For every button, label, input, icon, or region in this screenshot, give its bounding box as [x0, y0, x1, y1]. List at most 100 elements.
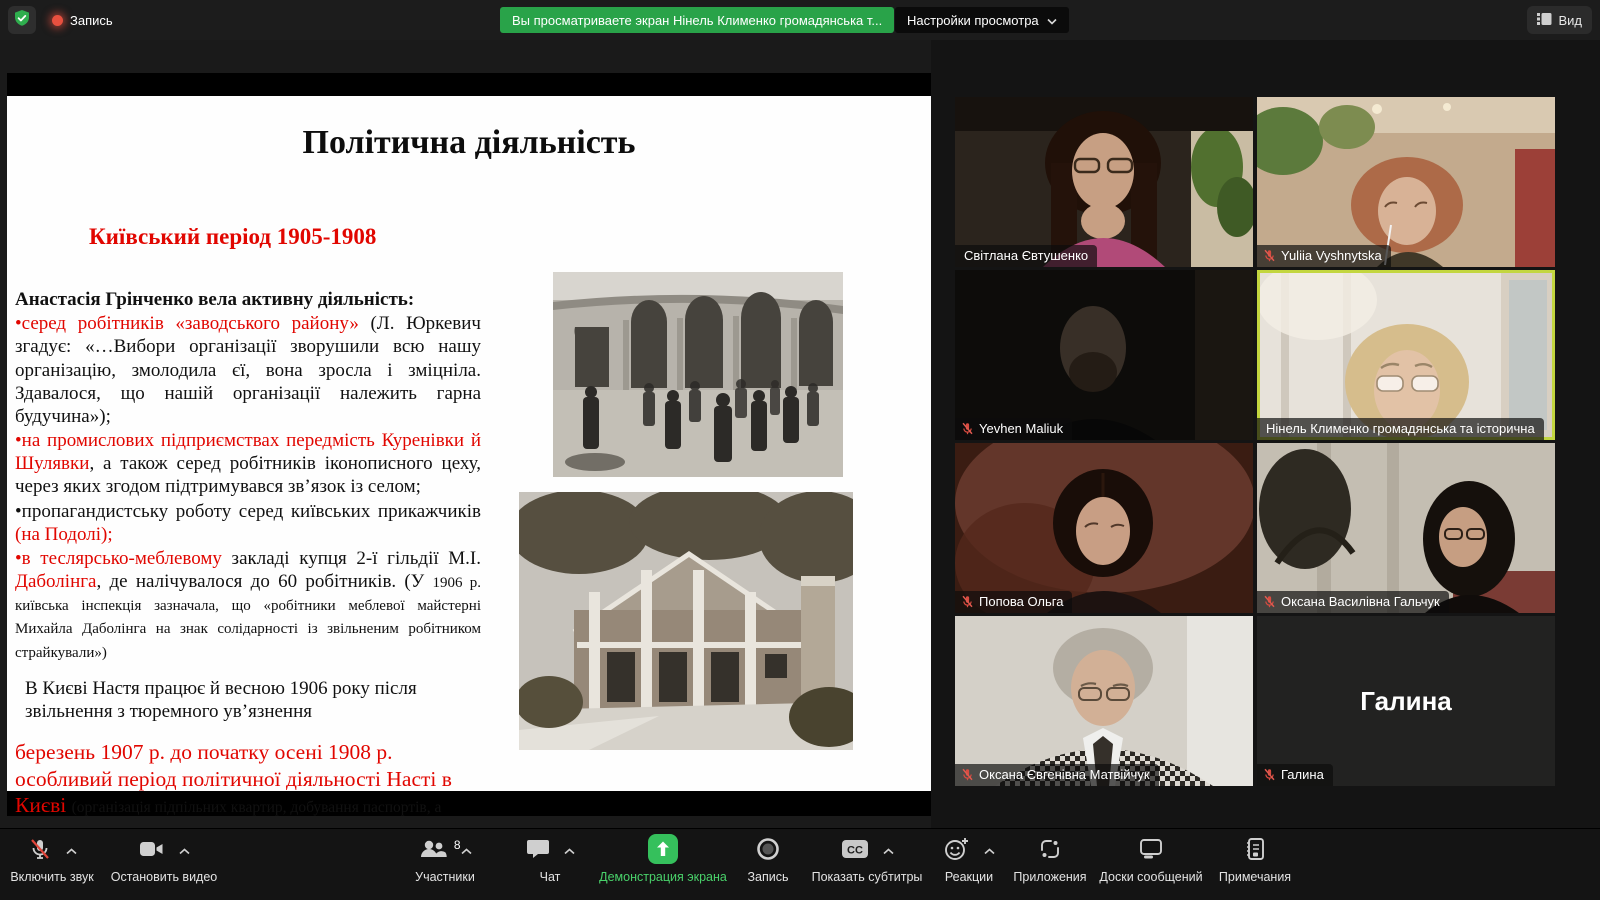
notes-button[interactable]: Примечания	[1205, 835, 1305, 895]
recording-indicator[interactable]: Запись	[44, 0, 113, 40]
video-tile-ninel-active-speaker[interactable]: Нінель Клименко громадянська та історичн…	[1257, 270, 1555, 440]
record-label: Запись	[747, 870, 788, 884]
participant-name: Світлана Євтушенко	[964, 248, 1088, 263]
presentation-slide: Політична діяльність Київський період 19…	[7, 96, 931, 791]
participant-name-label: Оксана Євгенівна Матвійчук	[955, 764, 1159, 786]
view-button-label: Вид	[1558, 13, 1582, 28]
captions-button[interactable]: CC Показать субтитры	[796, 835, 938, 895]
view-options-label: Настройки просмотра	[907, 13, 1039, 28]
participant-name-label: Нінель Клименко громадянська та історичн…	[1257, 418, 1544, 440]
whiteboards-label: Доски сообщений	[1099, 870, 1202, 884]
participant-name: Галина	[1281, 767, 1324, 782]
reactions-smiley-icon	[944, 837, 970, 866]
slide-photo-building	[519, 492, 853, 750]
chevron-up-icon[interactable]	[66, 848, 77, 855]
stop-video-button[interactable]: Остановить видео	[104, 835, 224, 895]
slide-paragraph-4: •в теслярсько-меблевому закладі купця 2-…	[15, 547, 481, 663]
view-options-dropdown[interactable]: Настройки просмотра	[895, 7, 1069, 33]
chevron-up-icon[interactable]	[564, 848, 575, 855]
video-tile-popova[interactable]: Попова Ольга	[955, 443, 1253, 613]
video-tile-svitlana[interactable]: Світлана Євтушенко	[955, 97, 1253, 267]
record-button[interactable]: Запись	[733, 835, 803, 895]
participants-count-badge: 8	[454, 838, 461, 852]
mic-muted-icon	[1263, 595, 1276, 608]
participants-icon: 8	[419, 838, 447, 865]
mic-off-icon	[28, 837, 52, 866]
reactions-button[interactable]: Реакции	[930, 835, 1008, 895]
video-tile-matviichuk[interactable]: Оксана Євгенівна Матвійчук	[955, 616, 1253, 786]
share-screen-label: Демонстрация экрана	[599, 870, 727, 884]
chat-label: Чат	[540, 870, 561, 884]
unmute-label: Включить звук	[10, 870, 93, 884]
view-button[interactable]: Вид	[1527, 6, 1592, 34]
participant-placeholder-name: Галина	[1257, 616, 1555, 786]
participant-name: Попова Ольга	[979, 594, 1063, 609]
slide-subtitle: Київський період 1905-1908	[89, 224, 376, 250]
chat-bubble-icon	[526, 838, 550, 865]
participants-button[interactable]: 8 Участники	[393, 835, 497, 895]
participant-name: Нінель Клименко громадянська та історичн…	[1266, 421, 1535, 436]
participant-name: Yevhen Maliuk	[979, 421, 1063, 436]
participant-name: Оксана Євгенівна Матвійчук	[979, 767, 1150, 782]
top-bar: Запись Вы просматриваете экран Нінель Кл…	[0, 0, 1600, 40]
cc-icon: CC	[841, 839, 869, 864]
slide-lead-line: Анастасія Грінченко вела активну діяльні…	[15, 288, 481, 311]
mic-muted-icon	[961, 768, 974, 781]
notes-icon	[1244, 837, 1266, 866]
participant-name-label: Yevhen Maliuk	[955, 418, 1072, 440]
gallery-view-icon	[1537, 12, 1552, 29]
participant-gallery: Світлана Євтушенко Yuliia Vyshnytska	[931, 40, 1600, 828]
slide-paragraph-1: •серед робітників «заводського району» (…	[15, 312, 481, 428]
slide-paragraph-2: •на промислових підприємствах передмість…	[15, 429, 481, 499]
notes-label: Примечания	[1219, 870, 1291, 884]
svg-text:CC: CC	[847, 844, 863, 856]
zoom-meeting-window: Запись Вы просматриваете экран Нінель Кл…	[0, 0, 1600, 900]
mic-muted-icon	[961, 595, 974, 608]
shield-check-icon	[13, 9, 31, 32]
participants-label: Участники	[415, 870, 475, 884]
video-camera-icon	[139, 839, 165, 864]
apps-label: Приложения	[1013, 870, 1086, 884]
recording-label: Запись	[70, 13, 113, 28]
security-button[interactable]	[8, 6, 36, 34]
video-tile-yevhen[interactable]: Yevhen Maliuk	[955, 270, 1253, 440]
share-screen-icon	[648, 834, 678, 869]
slide-photo-workers	[553, 272, 843, 477]
apps-icon	[1038, 837, 1062, 866]
chevron-up-icon[interactable]	[883, 848, 894, 855]
mic-muted-icon	[961, 422, 974, 435]
stop-video-label: Остановить видео	[111, 870, 218, 884]
participant-name-label: Попова Ольга	[955, 591, 1072, 613]
viewing-screen-banner-text: Вы просматриваете экран Нінель Клименко …	[512, 13, 882, 28]
participant-name: Yuliia Vyshnytska	[1281, 248, 1382, 263]
captions-label: Показать субтитры	[812, 870, 923, 884]
recording-dot-icon	[52, 15, 63, 26]
participant-name-label: Світлана Євтушенко	[955, 245, 1097, 267]
slide-paragraph-5: В Києві Настя працює й весною 1906 року …	[15, 677, 469, 723]
viewing-screen-banner: Вы просматриваете экран Нінель Клименко …	[500, 7, 894, 33]
reactions-label: Реакции	[945, 870, 993, 884]
participant-name-label: Yuliia Vyshnytska	[1257, 245, 1391, 267]
chevron-up-icon[interactable]	[984, 848, 995, 855]
participant-name: Оксана Василівна Гальчук	[1281, 594, 1440, 609]
chevron-up-icon[interactable]	[179, 848, 190, 855]
chat-button[interactable]: Чат	[515, 835, 585, 895]
slide-paragraph-3: •пропагандистську роботу серед київських…	[15, 500, 481, 546]
slide-title: Політична діяльність	[7, 124, 931, 162]
participant-name-label: Оксана Василівна Гальчук	[1257, 591, 1449, 613]
video-tile-yuliia[interactable]: Yuliia Vyshnytska	[1257, 97, 1555, 267]
slide-letterbox-top	[7, 73, 931, 96]
mic-muted-icon	[1263, 768, 1276, 781]
video-tile-halchuk[interactable]: Оксана Василівна Гальчук	[1257, 443, 1555, 613]
chevron-up-icon[interactable]	[461, 848, 472, 855]
meeting-toolbar: Включить звук Остановить видео 8 Участни…	[0, 828, 1600, 900]
shared-screen-area: Політична діяльність Київський період 19…	[7, 73, 931, 816]
slide-body-text: Анастасія Грінченко вела активну діяльні…	[15, 288, 481, 873]
whiteboard-icon	[1138, 838, 1164, 865]
participant-name-label: Галина	[1257, 764, 1333, 786]
whiteboards-button[interactable]: Доски сообщений	[1085, 835, 1217, 895]
share-screen-button[interactable]: Демонстрация экрана	[590, 835, 736, 895]
unmute-button[interactable]: Включить звук	[2, 835, 102, 895]
video-tile-halyna-no-video[interactable]: Галина Галина	[1257, 616, 1555, 786]
mic-muted-icon	[1263, 249, 1276, 262]
